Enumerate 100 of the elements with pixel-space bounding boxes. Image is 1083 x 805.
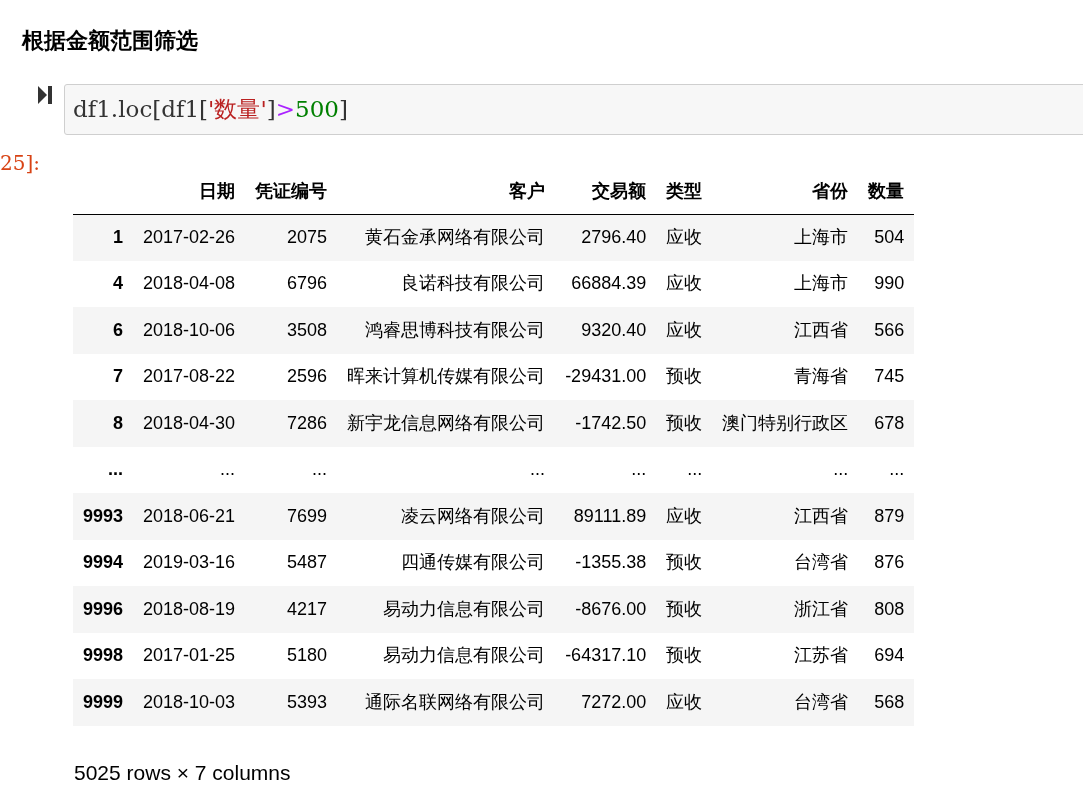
table-cell: 预收 [656, 632, 713, 679]
table-cell: 7286 [245, 400, 338, 447]
table-cell: 良诺科技有限公司 [337, 260, 556, 307]
table-cell: 浙江省 [712, 586, 859, 633]
table-cell: 2018-08-19 [133, 586, 246, 633]
table-cell: 2018-06-21 [133, 493, 246, 540]
table-cell: 凌云网络有限公司 [337, 493, 556, 540]
table-cell: 9320.40 [555, 307, 657, 354]
table-cell: -1742.50 [555, 400, 657, 447]
row-index: 4 [73, 260, 134, 307]
code-input-cell[interactable]: df1.loc[df1['数量']>500] [64, 84, 1083, 135]
table-cell: 青海省 [712, 353, 859, 400]
table-cell: 江苏省 [712, 632, 859, 679]
table-cell: 7272.00 [555, 679, 657, 726]
row-index: 9996 [73, 586, 134, 633]
section-heading: 根据金额范围筛选 [22, 27, 198, 55]
table-cell: 2796.40 [555, 214, 657, 261]
table-cell: 应收 [656, 260, 713, 307]
table-cell: 应收 [656, 679, 713, 726]
table-cell: 2018-10-06 [133, 307, 246, 354]
table-cell: 预收 [656, 400, 713, 447]
table-cell: 745 [858, 353, 915, 400]
table-cell: 879 [858, 493, 915, 540]
table-cell: 876 [858, 539, 915, 586]
table-cell: 2018-04-08 [133, 260, 246, 307]
table-cell: ... [555, 446, 657, 493]
table-cell: 易动力信息有限公司 [337, 632, 556, 679]
table-cell: ... [245, 446, 338, 493]
column-header: 交易额 [555, 170, 657, 214]
table-cell: 预收 [656, 586, 713, 633]
run-icon[interactable] [36, 84, 54, 106]
table-cell: 678 [858, 400, 915, 447]
table-cell: 2018-04-30 [133, 400, 246, 447]
column-header: 省份 [712, 170, 859, 214]
table-cell: 上海市 [712, 260, 859, 307]
table-cell: 694 [858, 632, 915, 679]
table-cell: 2018-10-03 [133, 679, 246, 726]
table-cell: -29431.00 [555, 353, 657, 400]
row-index: 8 [73, 400, 134, 447]
table-cell: 990 [858, 260, 915, 307]
column-header: 类型 [656, 170, 713, 214]
row-count-text: 5025 rows × 7 columns [74, 760, 291, 786]
table-cell: 四通传媒有限公司 [337, 539, 556, 586]
table-cell: 3508 [245, 307, 338, 354]
table-cell: ... [656, 446, 713, 493]
table-cell: 568 [858, 679, 915, 726]
row-index: 7 [73, 353, 134, 400]
table-cell: 566 [858, 307, 915, 354]
table-cell: 2019-03-16 [133, 539, 246, 586]
table-cell: 4217 [245, 586, 338, 633]
table-cell: 808 [858, 586, 915, 633]
table-cell: 应收 [656, 214, 713, 261]
table-cell: ... [337, 446, 556, 493]
table-cell: 7699 [245, 493, 338, 540]
table-cell: 2075 [245, 214, 338, 261]
table-cell: 89111.89 [555, 493, 657, 540]
table-cell: 5180 [245, 632, 338, 679]
column-header: 客户 [337, 170, 556, 214]
output-prompt: 25]: [0, 150, 40, 177]
table-cell: -1355.38 [555, 539, 657, 586]
table-cell: 江西省 [712, 493, 859, 540]
row-index: 9994 [73, 539, 134, 586]
table-cell: 台湾省 [712, 539, 859, 586]
table-cell: 晖来计算机传媒有限公司 [337, 353, 556, 400]
table-cell: 504 [858, 214, 915, 261]
row-index: 9993 [73, 493, 134, 540]
table-cell: 2017-02-26 [133, 214, 246, 261]
table-cell: 5393 [245, 679, 338, 726]
row-index: 6 [73, 307, 134, 354]
table-cell: 2596 [245, 353, 338, 400]
table-cell: -8676.00 [555, 586, 657, 633]
table-cell: 江西省 [712, 307, 859, 354]
column-header: 日期 [133, 170, 246, 214]
table-cell: 2017-01-25 [133, 632, 246, 679]
table-cell: 预收 [656, 539, 713, 586]
table-cell: 6796 [245, 260, 338, 307]
table-cell: 2017-08-22 [133, 353, 246, 400]
table-cell: 易动力信息有限公司 [337, 586, 556, 633]
table-cell: 5487 [245, 539, 338, 586]
table-cell: 上海市 [712, 214, 859, 261]
table-cell: 鸿睿思博科技有限公司 [337, 307, 556, 354]
table-cell: 预收 [656, 353, 713, 400]
table-cell: -64317.10 [555, 632, 657, 679]
table-cell: ... [858, 446, 915, 493]
column-header: 数量 [858, 170, 915, 214]
column-header: 凭证编号 [245, 170, 338, 214]
row-index: 9998 [73, 632, 134, 679]
table-cell: 应收 [656, 493, 713, 540]
table-cell: 澳门特别行政区 [712, 400, 859, 447]
table-cell: ... [712, 446, 859, 493]
table-cell: 新宇龙信息网络有限公司 [337, 400, 556, 447]
table-cell: 66884.39 [555, 260, 657, 307]
table-cell: 应收 [656, 307, 713, 354]
row-index: 9999 [73, 679, 134, 726]
table-cell: ... [133, 446, 246, 493]
row-index: ... [73, 446, 134, 493]
table-cell: 黄石金承网络有限公司 [337, 214, 556, 261]
table-cell: 台湾省 [712, 679, 859, 726]
row-index: 1 [73, 214, 134, 261]
table-cell: 通际名联网络有限公司 [337, 679, 556, 726]
